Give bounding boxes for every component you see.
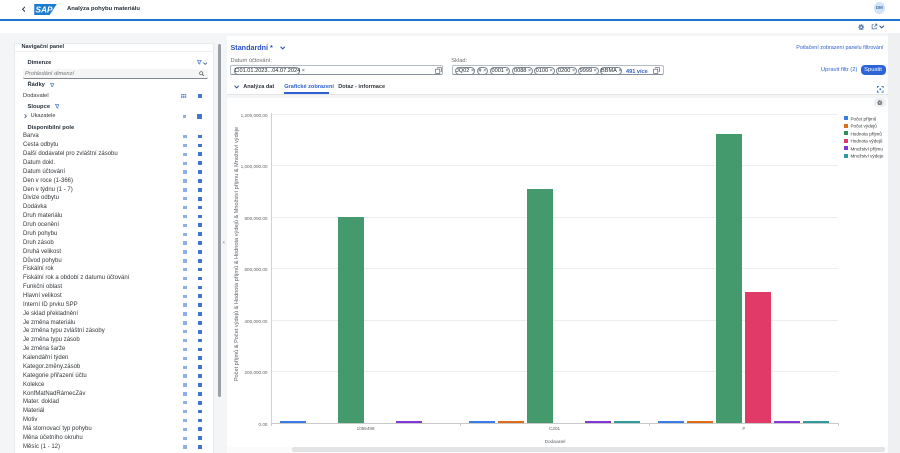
- svg-text:SAP: SAP: [35, 5, 53, 15]
